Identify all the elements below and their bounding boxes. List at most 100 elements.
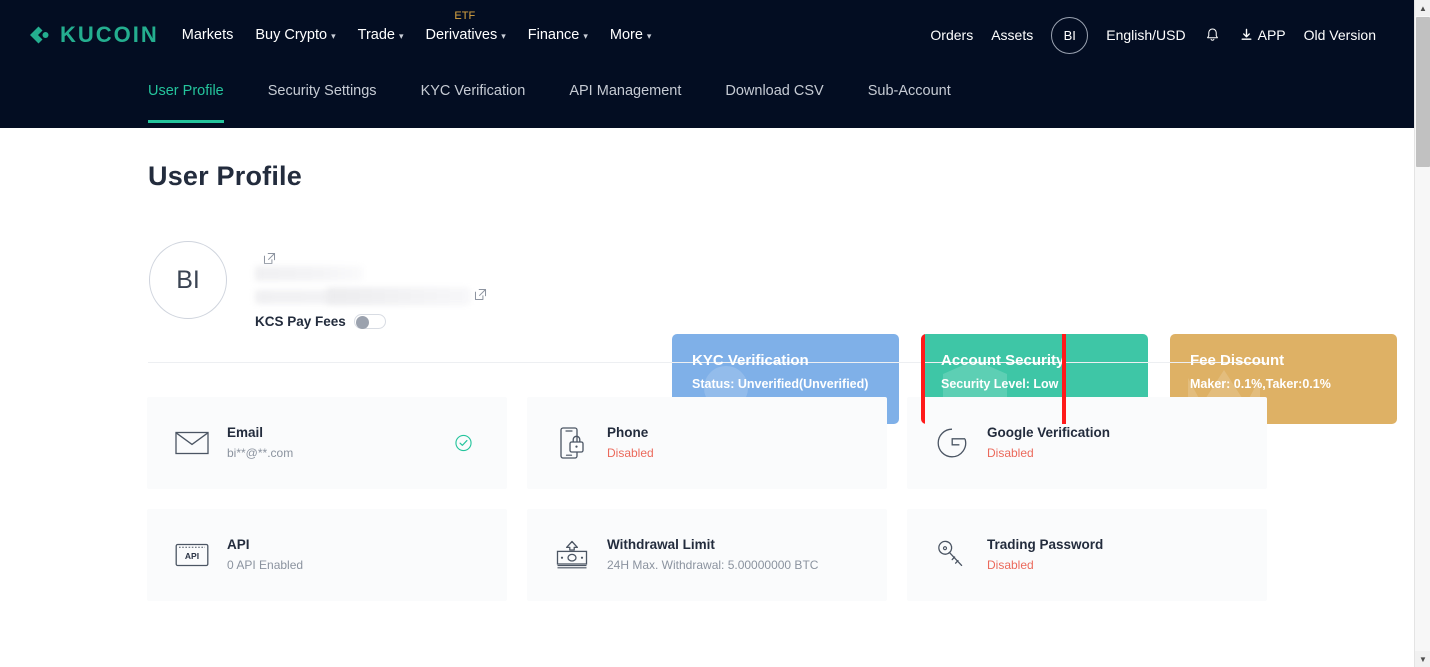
tab-label: Sub-Account <box>867 83 951 99</box>
security-item-name: API <box>227 537 250 553</box>
nav-label: Trade <box>357 26 395 43</box>
tab-security-settings[interactable]: Security Settings <box>268 78 377 123</box>
security-item-trading-password[interactable]: Trading Password Disabled <box>907 509 1267 601</box>
security-item-text: Google Verification Disabled <box>987 424 1110 461</box>
chevron-down-icon: ▾ <box>331 30 336 41</box>
security-item-withdrawal-limit[interactable]: Withdrawal Limit 24H Max. Withdrawal: 5.… <box>527 509 887 601</box>
card-title: Fee Discount <box>1190 352 1285 369</box>
card-subtitle: Status: Unverified(Unverified) <box>692 377 869 392</box>
security-item-status: Disabled <box>987 557 1034 572</box>
kcs-pay-fees-toggle[interactable] <box>353 314 386 329</box>
tab-label: KYC Verification <box>420 83 526 99</box>
security-item-text: Trading Password Disabled <box>987 536 1103 573</box>
nav-label: Buy Crypto <box>255 26 328 43</box>
nav-item-trade[interactable]: Trade ▾ <box>358 28 404 43</box>
edit-userid-icon[interactable] <box>474 288 487 301</box>
chevron-down-icon: ▾ <box>501 30 506 41</box>
profile-userid-tail-redacted <box>327 288 469 304</box>
edit-nickname-icon[interactable] <box>263 252 276 265</box>
page-title: User Profile <box>148 161 302 191</box>
nav-label: Finance <box>527 26 580 43</box>
security-item-text: API 0 API Enabled <box>227 536 303 573</box>
nav-item-derivatives[interactable]: ETF Derivatives ▾ <box>426 10 506 43</box>
kcs-pay-fees-label: KCS Pay Fees <box>255 314 346 329</box>
kucoin-logo[interactable]: KUCOIN <box>25 18 159 52</box>
security-item-name: Phone <box>607 425 649 441</box>
security-items-grid: Email bi**@**.com Phone Disabled Google … <box>147 397 1267 601</box>
kcs-pay-fees-row: KCS Pay Fees <box>255 314 386 329</box>
chevron-down-icon: ▾ <box>646 30 652 41</box>
nav-item-more[interactable]: More ▾ <box>610 28 652 43</box>
brand-text: KUCOIN <box>60 22 159 47</box>
page-root: KUCOIN Markets Buy Crypto ▾ Trade ▾ ETF … <box>0 0 1430 667</box>
scroll-up-arrow-icon[interactable]: ▲ <box>1415 0 1430 16</box>
security-item-name: Trading Password <box>987 537 1104 553</box>
security-item-name: Withdrawal Limit <box>607 537 715 553</box>
nav-label: More <box>609 26 643 43</box>
tab-sub-account[interactable]: Sub-Account <box>868 78 951 123</box>
tab-label: User Profile <box>148 83 224 99</box>
profile-avatar[interactable]: BI <box>149 241 227 319</box>
nav-item-markets[interactable]: Markets <box>182 28 234 43</box>
tab-label: Download CSV <box>725 83 824 99</box>
scroll-down-arrow-icon[interactable]: ▼ <box>1415 651 1430 667</box>
security-item-text: Phone Disabled <box>607 424 654 461</box>
language-currency-selector[interactable]: English/USD <box>1106 28 1185 42</box>
security-item-status: 24H Max. Withdrawal: 5.00000000 BTC <box>607 557 819 572</box>
profile-nickname-redacted <box>255 266 363 281</box>
security-item-status: Disabled <box>607 445 654 460</box>
tab-api-management[interactable]: API Management <box>569 78 681 123</box>
toggle-knob <box>355 316 369 329</box>
top-header: KUCOIN Markets Buy Crypto ▾ Trade ▾ ETF … <box>0 0 1414 128</box>
card-title: Account Security <box>941 352 1065 369</box>
chevron-down-icon: ▾ <box>583 30 588 41</box>
banknote-icon <box>555 538 589 572</box>
envelope-icon <box>175 426 209 460</box>
old-version-link[interactable]: Old Version <box>1304 28 1376 42</box>
download-app-link[interactable]: APP <box>1240 28 1286 43</box>
security-item-text: Withdrawal Limit 24H Max. Withdrawal: 5.… <box>607 536 818 573</box>
assets-link[interactable]: Assets <box>991 28 1033 42</box>
security-item-status: Disabled <box>987 445 1034 460</box>
tab-label: API Management <box>569 83 682 99</box>
main-content: User Profile BI KCS Pay Fees KYC Verific… <box>0 128 1414 667</box>
card-subtitle: Security Level: Low <box>941 377 1059 392</box>
scrollbar-thumb[interactable] <box>1416 17 1430 167</box>
etf-badge: ETF <box>454 9 476 22</box>
svg-text:API: API <box>185 551 199 561</box>
account-subnav: User Profile Security Settings KYC Verif… <box>0 78 1414 128</box>
google-icon <box>935 426 969 460</box>
orders-link[interactable]: Orders <box>930 28 973 42</box>
security-item-email[interactable]: Email bi**@**.com <box>147 397 507 489</box>
api-icon: API <box>175 538 209 572</box>
kucoin-mark-icon <box>25 21 53 49</box>
tab-download-csv[interactable]: Download CSV <box>725 78 823 123</box>
security-item-name: Google Verification <box>987 425 1111 441</box>
nav-label: Markets <box>181 26 234 43</box>
nav-item-buy-crypto[interactable]: Buy Crypto ▾ <box>255 28 335 43</box>
tab-user-profile[interactable]: User Profile <box>148 78 224 123</box>
phone-lock-icon <box>555 426 589 460</box>
security-item-api[interactable]: API API 0 API Enabled <box>147 509 507 601</box>
profile-summary: BI KCS Pay Fees KYC Verification Status:… <box>148 228 1397 424</box>
tab-label: Security Settings <box>267 83 377 99</box>
bell-icon[interactable] <box>1204 26 1222 44</box>
chevron-down-icon: ▾ <box>398 30 404 41</box>
header-right-nav: Orders Assets BI English/USD APP Old Ver… <box>930 16 1376 54</box>
security-item-status: 0 API Enabled <box>227 557 304 572</box>
card-subtitle: Maker: 0.1%,Taker:0.1% <box>1190 377 1331 392</box>
security-item-text: Email bi**@**.com <box>227 424 293 461</box>
vertical-scrollbar[interactable]: ▲ ▼ <box>1414 0 1430 667</box>
security-item-name: Email <box>227 425 264 441</box>
profile-meta: KCS Pay Fees <box>255 240 595 329</box>
download-icon <box>1240 28 1253 43</box>
fee-discount-card[interactable]: Fee Discount Maker: 0.1%,Taker:0.1% <box>1170 334 1397 424</box>
app-label: APP <box>1257 27 1286 43</box>
header-avatar[interactable]: BI <box>1051 16 1089 54</box>
key-icon <box>935 538 969 572</box>
card-title: KYC Verification <box>692 352 809 369</box>
security-item-status: bi**@**.com <box>227 445 294 460</box>
nav-item-finance[interactable]: Finance ▾ <box>528 28 588 43</box>
tab-kyc-verification[interactable]: KYC Verification <box>421 78 526 123</box>
main-nav: Markets Buy Crypto ▾ Trade ▾ ETF Derivat… <box>182 10 652 43</box>
